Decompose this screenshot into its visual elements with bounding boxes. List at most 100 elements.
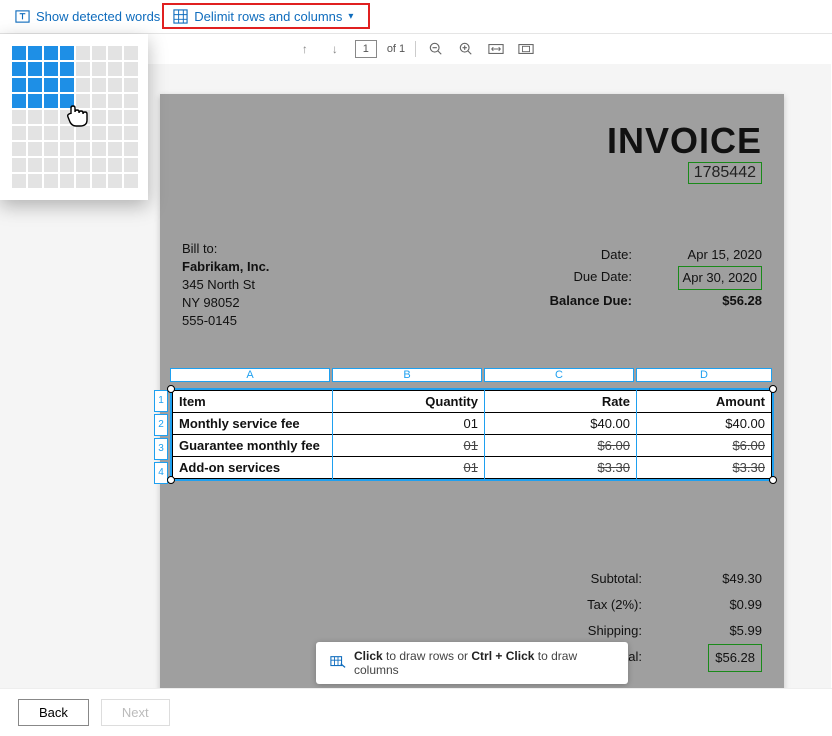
- grid-cell[interactable]: [92, 110, 106, 124]
- zoom-out-button[interactable]: [426, 39, 446, 59]
- grid-cell[interactable]: [44, 46, 58, 60]
- grid-cell[interactable]: [108, 78, 122, 92]
- show-detected-words-button[interactable]: Show detected words: [14, 9, 160, 25]
- table-cell: $3.30: [637, 457, 772, 479]
- grid-cell[interactable]: [108, 46, 122, 60]
- grid-cell[interactable]: [124, 46, 138, 60]
- grid-cell[interactable]: [12, 126, 26, 140]
- prev-page-button[interactable]: ↑: [295, 39, 315, 59]
- th-qty: Quantity: [333, 391, 485, 413]
- grid-cell[interactable]: [60, 78, 74, 92]
- grid-cell[interactable]: [28, 126, 42, 140]
- fit-width-button[interactable]: [486, 39, 506, 59]
- grid-cell[interactable]: [124, 142, 138, 156]
- grid-cell[interactable]: [44, 62, 58, 76]
- grid-cell[interactable]: [76, 158, 90, 172]
- grid-cell[interactable]: [12, 62, 26, 76]
- invoice-table: Item Quantity Rate Amount Monthly servic…: [172, 390, 772, 479]
- grid-cell[interactable]: [44, 174, 58, 188]
- grid-cell[interactable]: [76, 94, 90, 108]
- grid-cell[interactable]: [60, 62, 74, 76]
- delimit-rows-columns-button[interactable]: Delimit rows and columns ▾: [172, 9, 353, 25]
- table-selection[interactable]: Item Quantity Rate Amount Monthly servic…: [170, 388, 774, 481]
- grid-cell[interactable]: [12, 94, 26, 108]
- grid-cell[interactable]: [92, 158, 106, 172]
- grid-cell[interactable]: [28, 46, 42, 60]
- grid-cell[interactable]: [124, 110, 138, 124]
- grid-cell[interactable]: [92, 62, 106, 76]
- resize-handle[interactable]: [167, 385, 175, 393]
- next-page-button[interactable]: ↓: [325, 39, 345, 59]
- grid-cell[interactable]: [108, 62, 122, 76]
- grid-cell[interactable]: [12, 142, 26, 156]
- grid-cell[interactable]: [28, 62, 42, 76]
- table-cell: $6.00: [485, 435, 637, 457]
- grid-cell[interactable]: [124, 158, 138, 172]
- row-marker: 1: [154, 390, 168, 412]
- grid-cell[interactable]: [12, 158, 26, 172]
- grid-cell[interactable]: [12, 174, 26, 188]
- grid-cell[interactable]: [92, 94, 106, 108]
- grid-cell[interactable]: [124, 78, 138, 92]
- resize-handle[interactable]: [769, 385, 777, 393]
- grid-cell[interactable]: [60, 110, 74, 124]
- grid-cell[interactable]: [108, 158, 122, 172]
- grid-cell[interactable]: [92, 78, 106, 92]
- zoom-in-button[interactable]: [456, 39, 476, 59]
- grid-cell[interactable]: [28, 78, 42, 92]
- grid-cell[interactable]: [28, 110, 42, 124]
- grid-cell[interactable]: [108, 94, 122, 108]
- grid-cell[interactable]: [44, 110, 58, 124]
- bill-to-label: Bill to:: [182, 240, 269, 258]
- grid-cell[interactable]: [60, 174, 74, 188]
- fit-page-button[interactable]: [516, 39, 536, 59]
- resize-handle[interactable]: [769, 476, 777, 484]
- grid-cell[interactable]: [92, 174, 106, 188]
- grid-cell[interactable]: [76, 142, 90, 156]
- grid-cell[interactable]: [60, 46, 74, 60]
- page-number-input[interactable]: 1: [355, 40, 377, 58]
- grid-cell[interactable]: [76, 126, 90, 140]
- grid-cell[interactable]: [76, 62, 90, 76]
- balance-label: Balance Due:: [550, 290, 632, 312]
- page-of-label: of 1: [387, 43, 405, 55]
- grid-cell[interactable]: [76, 174, 90, 188]
- grid-cell[interactable]: [12, 46, 26, 60]
- grid-cell[interactable]: [28, 158, 42, 172]
- grid-cell[interactable]: [124, 126, 138, 140]
- hint-text: Click to draw rows or Ctrl + Click to dr…: [354, 649, 614, 677]
- grid-cell[interactable]: [108, 110, 122, 124]
- grid-cell[interactable]: [44, 126, 58, 140]
- resize-handle[interactable]: [167, 476, 175, 484]
- back-button[interactable]: Back: [18, 699, 89, 726]
- grid-cell[interactable]: [44, 142, 58, 156]
- grid-cell[interactable]: [28, 174, 42, 188]
- grid-cell[interactable]: [124, 62, 138, 76]
- grid-cell[interactable]: [108, 142, 122, 156]
- grid-size-picker[interactable]: [0, 34, 148, 200]
- grid-cell[interactable]: [44, 158, 58, 172]
- grid-cell[interactable]: [124, 94, 138, 108]
- grid-cell[interactable]: [60, 142, 74, 156]
- grid-cell[interactable]: [92, 46, 106, 60]
- grid-cell[interactable]: [76, 46, 90, 60]
- shipping-label: Shipping:: [588, 618, 642, 644]
- grid-cell[interactable]: [76, 110, 90, 124]
- grid-cell[interactable]: [60, 94, 74, 108]
- grid-cell[interactable]: [12, 78, 26, 92]
- grid-cell[interactable]: [108, 174, 122, 188]
- grid-cell[interactable]: [76, 78, 90, 92]
- grid-cell[interactable]: [92, 126, 106, 140]
- grid-cell[interactable]: [60, 126, 74, 140]
- grid-cell[interactable]: [28, 142, 42, 156]
- grid-cell[interactable]: [108, 126, 122, 140]
- row-number-markers: 1 2 3 4: [154, 390, 168, 486]
- grid-cell[interactable]: [44, 78, 58, 92]
- grid-cell[interactable]: [60, 158, 74, 172]
- document-page[interactable]: INVOICE 1785442 Bill to: Fabrikam, Inc. …: [160, 94, 784, 694]
- grid-cell[interactable]: [44, 94, 58, 108]
- grid-cell[interactable]: [28, 94, 42, 108]
- grid-cell[interactable]: [12, 110, 26, 124]
- grid-cell[interactable]: [124, 174, 138, 188]
- grid-cell[interactable]: [92, 142, 106, 156]
